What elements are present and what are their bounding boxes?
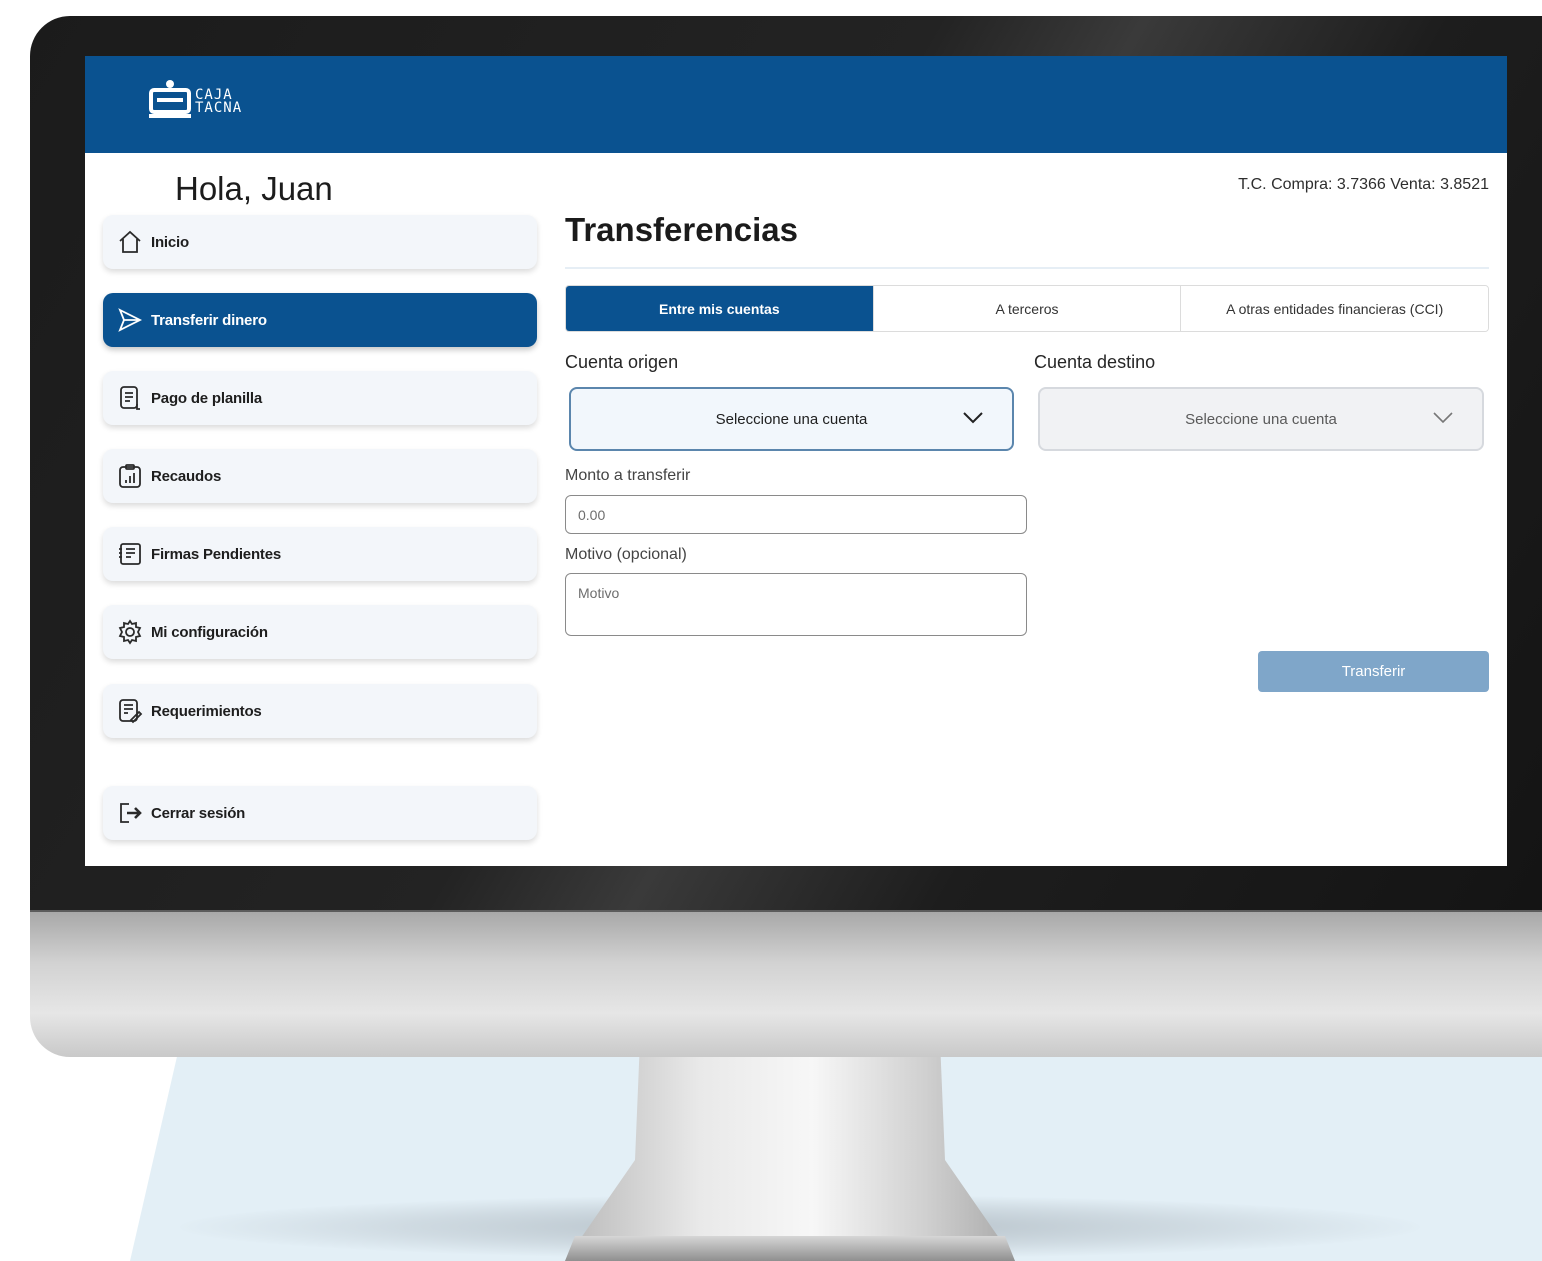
origin-account-select[interactable]: Seleccione una cuenta	[569, 387, 1014, 451]
reason-textarea[interactable]	[565, 573, 1027, 636]
logo-text: CAJA TACNA	[195, 87, 243, 116]
sidebar-item-requerimientos[interactable]: Requerimientos	[103, 684, 537, 738]
tab-otras-entidades[interactable]: A otras entidades financieras (CCI)	[1180, 286, 1488, 331]
sidebar-item-pago-de-planilla[interactable]: Pago de planilla	[103, 371, 537, 425]
sidebar-item-label: Pago de planilla	[151, 389, 262, 407]
send-icon	[117, 307, 143, 333]
sidebar-item-label: Recaudos	[151, 467, 222, 485]
sidebar-item-label: Firmas Pendientes	[151, 545, 281, 563]
app-screen: CAJA TACNA Hola, Juan T.C. Compra: 3.736…	[85, 56, 1507, 866]
top-bar: CAJA TACNA	[85, 56, 1507, 153]
chevron-down-icon	[963, 412, 983, 424]
reason-label: Motivo (opcional)	[565, 546, 687, 563]
dest-account-label: Cuenta destino	[1034, 352, 1156, 372]
logout-label: Cerrar sesión	[151, 804, 246, 822]
sidebar-item-label: Inicio	[151, 233, 189, 251]
document-edit-icon	[117, 698, 143, 724]
exchange-rate: T.C. Compra: 3.7366 Venta: 3.8521	[1238, 176, 1489, 193]
sidebar-item-label: Mi configuración	[151, 623, 268, 641]
sidebar-item-label: Transferir dinero	[151, 311, 267, 329]
monitor-stand-base	[565, 1236, 1015, 1261]
sidebar-item-label: Requerimientos	[151, 702, 262, 720]
sidebar-item-mi-configuracion[interactable]: Mi configuración	[103, 605, 537, 659]
title-divider	[565, 267, 1489, 269]
document-icon	[117, 385, 143, 411]
tab-entre-mis-cuentas[interactable]: Entre mis cuentas	[566, 286, 873, 331]
dest-account-select[interactable]: Seleccione una cuenta	[1038, 387, 1484, 451]
dest-account-value: Seleccione una cuenta	[1185, 410, 1337, 428]
sidebar-item-recaudos[interactable]: Recaudos	[103, 449, 537, 503]
page-title: Transferencias	[565, 211, 798, 248]
sidebar-item-inicio[interactable]: Inicio	[103, 215, 537, 269]
monitor-chin	[30, 912, 1542, 1057]
transfer-button[interactable]: Transferir	[1258, 651, 1489, 692]
clipboard-chart-icon	[117, 463, 143, 489]
logout-button[interactable]: Cerrar sesión	[103, 786, 537, 840]
transfer-tabs: Entre mis cuentas A terceros A otras ent…	[565, 285, 1489, 332]
gear-icon	[117, 619, 143, 645]
sidebar-item-firmas-pendientes[interactable]: Firmas Pendientes	[103, 527, 537, 581]
origin-account-label: Cuenta origen	[565, 352, 679, 372]
logout-icon	[117, 800, 143, 826]
greeting: Hola, Juan	[175, 170, 333, 207]
logo-mark-icon	[149, 80, 191, 118]
chevron-down-icon	[1433, 412, 1453, 424]
checklist-icon	[117, 541, 143, 567]
amount-label: Monto a transferir	[565, 467, 691, 484]
brand-logo[interactable]: CAJA TACNA	[147, 76, 287, 122]
tab-a-terceros[interactable]: A terceros	[872, 286, 1181, 331]
origin-account-value: Seleccione una cuenta	[715, 410, 868, 428]
home-icon	[117, 229, 143, 255]
amount-input[interactable]	[565, 495, 1027, 534]
sidebar-item-transferir-dinero[interactable]: Transferir dinero	[103, 293, 537, 347]
